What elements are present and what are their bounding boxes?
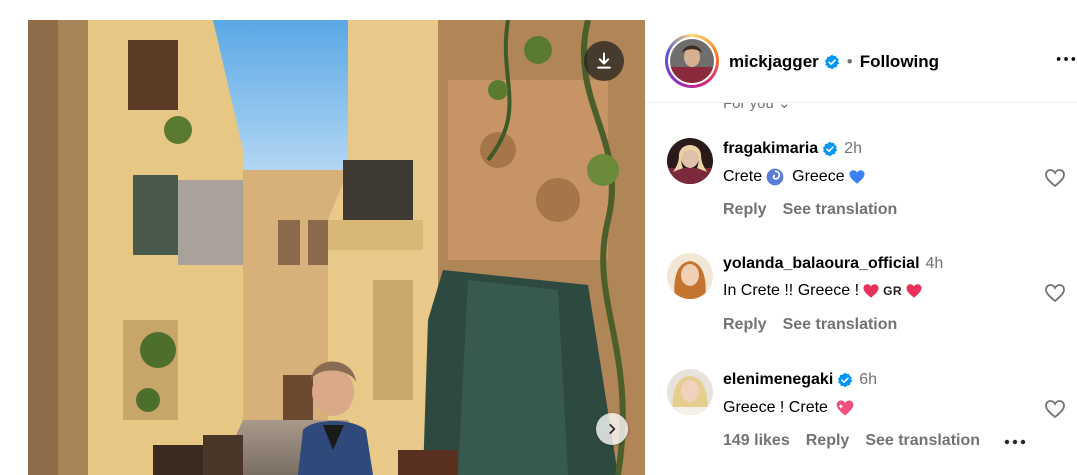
see-translation-button[interactable]: See translation: [783, 201, 898, 219]
comment-username[interactable]: fragakimaria: [723, 140, 818, 158]
verified-badge-icon: [824, 54, 839, 70]
blue-heart-emoji-icon: [849, 170, 865, 184]
comment-username[interactable]: yolanda_balaoura_official: [723, 255, 920, 273]
post-header: mickjagger • Following: [645, 20, 1077, 103]
comments-panel: mickjagger • Following For you ⌄ fragaki…: [645, 20, 1077, 475]
comment-text-part: Greece: [792, 168, 845, 185]
comment-text: Crete Greece: [723, 167, 866, 187]
comment-username[interactable]: elenimenegaki: [723, 371, 833, 389]
verified-badge-icon: [838, 372, 853, 388]
comment-time[interactable]: 4h: [926, 255, 944, 273]
see-translation-button[interactable]: See translation: [783, 316, 898, 334]
comment-text: In Crete !! Greece ! GR: [723, 282, 923, 300]
download-button[interactable]: [584, 41, 624, 81]
comment-text-part: In Crete !! Greece !: [723, 282, 860, 299]
verified-badge-icon: [823, 141, 838, 157]
sparkling-heart-emoji-icon: [836, 400, 854, 416]
like-heart-icon[interactable]: [1043, 397, 1067, 421]
comment-more-icon[interactable]: [1002, 432, 1028, 452]
like-heart-icon[interactable]: [1043, 166, 1067, 190]
commenter-avatar[interactable]: [667, 369, 713, 415]
reply-button[interactable]: Reply: [806, 432, 850, 450]
more-horizontal-icon[interactable]: [1055, 48, 1077, 70]
chevron-right-icon: [609, 424, 616, 434]
commenter-avatar-image: [667, 138, 713, 184]
cyclone-emoji-icon: [766, 168, 784, 186]
reply-button[interactable]: Reply: [723, 316, 767, 334]
comment-time[interactable]: 2h: [844, 140, 862, 158]
comment-text-part: Greece ! Crete: [723, 399, 828, 416]
comment-likes[interactable]: 149 likes: [723, 432, 790, 450]
commenter-avatar[interactable]: [667, 253, 713, 299]
author-avatar[interactable]: [665, 34, 719, 88]
following-button[interactable]: Following: [860, 52, 939, 72]
author-avatar-image: [670, 39, 714, 83]
post-photo: [28, 20, 645, 475]
comment-header: fragakimaria 2h: [723, 140, 862, 158]
next-photo-button[interactable]: [596, 413, 628, 445]
comment-header: yolanda_balaoura_official 4h: [723, 255, 943, 273]
commenter-avatar[interactable]: [667, 138, 713, 184]
comment-actions: 149 likes Reply See translation: [723, 432, 980, 450]
see-translation-button[interactable]: See translation: [865, 432, 980, 450]
commenter-avatar-image: [667, 253, 713, 299]
commenter-avatar-image: [667, 369, 713, 415]
header-separator: •: [846, 52, 853, 71]
comment-text-part: Crete: [723, 168, 763, 185]
red-heart-emoji-icon: [863, 284, 879, 298]
header-row: mickjagger • Following: [729, 51, 939, 73]
comment-text: Greece ! Crete: [723, 398, 855, 418]
comment-actions: Reply See translation: [723, 201, 897, 219]
author-username[interactable]: mickjagger: [729, 52, 819, 72]
red-heart-emoji-icon: [906, 284, 922, 298]
reply-button[interactable]: Reply: [723, 201, 767, 219]
comment-time[interactable]: 6h: [859, 371, 877, 389]
comment-header: elenimenegaki 6h: [723, 371, 877, 389]
like-heart-icon[interactable]: [1043, 281, 1067, 305]
comment-actions: Reply See translation: [723, 316, 897, 334]
download-icon: [597, 52, 611, 69]
greece-flag-emoji: GR: [883, 284, 903, 298]
alley-scene: [28, 20, 645, 475]
